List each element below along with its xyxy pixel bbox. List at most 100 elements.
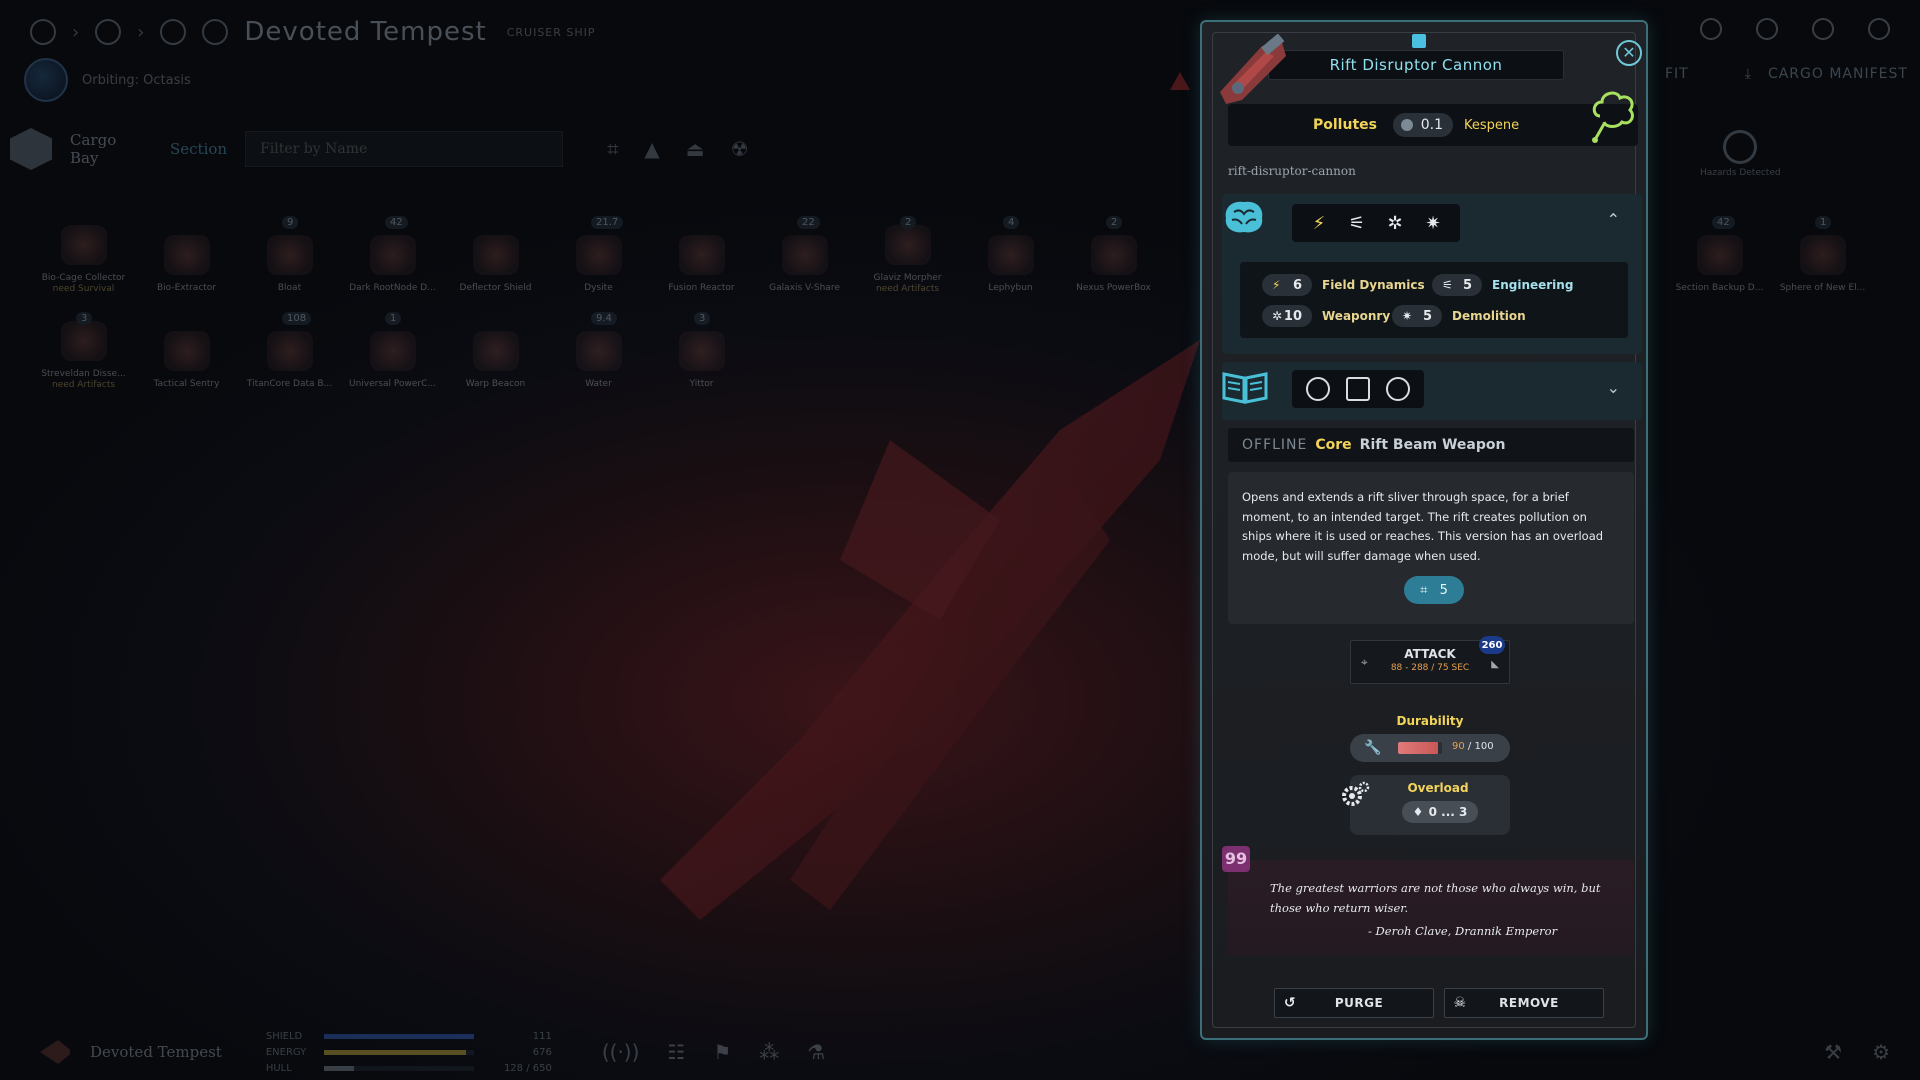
item-status-row: OFFLINE Core Rift Beam Weapon <box>1228 428 1634 462</box>
cargo-item[interactable]: 3 Streveldan Disse... need Artifacts <box>32 306 135 398</box>
filter-ore-icon[interactable]: ▲ <box>644 137 659 161</box>
cargo-item[interactable]: 21.7 Dysite <box>547 210 650 302</box>
pollution-icon <box>1401 119 1413 131</box>
pollutes-value: 0.1 <box>1420 117 1443 133</box>
gears-icon[interactable] <box>1340 780 1370 810</box>
download-icon[interactable]: ⤓ <box>1745 66 1752 82</box>
list-icon[interactable] <box>1756 18 1778 40</box>
book-icon <box>1222 372 1268 404</box>
target-icon[interactable] <box>1386 377 1410 401</box>
cargo-item[interactable]: Bio-Extractor <box>135 210 238 302</box>
cargo-item-icon <box>266 331 313 371</box>
purge-label: PURGE <box>1334 996 1384 1010</box>
cargo-item[interactable]: Deflector Shield <box>444 210 547 302</box>
skull-icon: ☠ <box>1453 995 1467 1011</box>
cargo-item[interactable]: Tactical Sentry <box>135 306 238 398</box>
tools-icon[interactable]: ⚒ <box>1824 1040 1842 1064</box>
cargo-item[interactable]: Warp Beacon <box>444 306 547 398</box>
cargo-item-qty: 1 <box>385 312 402 325</box>
skills-section: ⚡ ⚟ ✲ ✷ ⌃ ⚡ 6 Field Dynamics ⚟ 5 Engineeri… <box>1222 194 1642 354</box>
cargo-item-qty: 22 <box>797 216 820 229</box>
spiral-icon[interactable] <box>1306 377 1330 401</box>
bottom-icons: ((·)) ☷ ⚑ ⁂ ⚗ <box>602 1040 825 1064</box>
crew-icon[interactable]: ⁂ <box>759 1040 779 1064</box>
item-title: Rift Disruptor Cannon <box>1268 50 1564 80</box>
top-right-icons <box>1700 18 1890 40</box>
wrench-icon[interactable]: ⚟ <box>1346 212 1368 234</box>
flags-icon[interactable]: ⚑ <box>713 1040 731 1064</box>
cargo-icon <box>10 128 52 170</box>
cargo-item[interactable]: 108 TitanCore Data B... <box>238 306 341 398</box>
filter-ship-icon[interactable]: ⏏ <box>686 137 705 161</box>
planet-icon[interactable] <box>24 58 68 102</box>
cargo-item-name: Galaxis V-Share <box>769 283 840 293</box>
cargo-item-icon <box>1696 235 1743 275</box>
orbit-label: Orbiting: Octasis <box>82 72 191 88</box>
cargo-item-icon <box>678 235 725 275</box>
cargo-item[interactable]: 2 Glaviz Morpher need Artifacts <box>856 210 959 302</box>
help-icon[interactable] <box>1868 18 1890 40</box>
cargo-item[interactable]: Bio-Cage Collector need Survival <box>32 210 135 302</box>
home-icon[interactable] <box>30 19 56 45</box>
warning-icon[interactable] <box>1170 72 1190 90</box>
weapon-icon: ⌖ <box>1361 655 1368 669</box>
tab-fit[interactable]: FIT <box>1665 66 1689 82</box>
skill-label: Weaponry <box>1322 309 1391 323</box>
settings-icon[interactable]: ⚙ <box>1872 1040 1890 1064</box>
burst-icon[interactable]: ✷ <box>1422 212 1444 234</box>
cargo-item-qty: 42 <box>385 216 408 229</box>
section-dropdown[interactable]: Section <box>170 140 227 158</box>
quote-text: The greatest warriors are not those who … <box>1270 881 1601 915</box>
ship-icon[interactable] <box>40 1040 70 1064</box>
shield-value: 111 <box>532 1030 552 1042</box>
cargo-item-icon <box>60 225 107 265</box>
cargo-item[interactable]: 42 Section Backup D... <box>1668 210 1771 302</box>
cargo-item[interactable]: 4 Lephybun <box>959 210 1062 302</box>
skill-tabs: ⚡ ⚟ ✲ ✷ <box>1292 204 1460 242</box>
filter-input[interactable] <box>245 131 564 167</box>
cargo-item[interactable]: Fusion Reactor <box>650 210 753 302</box>
remove-label: REMOVE <box>1499 996 1559 1010</box>
profile-icon[interactable] <box>1812 18 1834 40</box>
cargo-item-icon <box>266 235 313 275</box>
missions-icon[interactable]: ☷ <box>667 1040 685 1064</box>
crosshair-icon: ✲ <box>1272 309 1283 323</box>
burst-icon: ✷ <box>1402 309 1413 323</box>
cargo-item[interactable]: 9 Bloat <box>238 210 341 302</box>
cargo-item[interactable]: 1 Sphere of New El... <box>1771 210 1874 302</box>
lab-icon[interactable]: ⚗ <box>807 1040 825 1064</box>
cargo-item-name: Bio-Cage Collector <box>41 273 126 283</box>
durability-value: 90 / 100 <box>1452 741 1494 752</box>
drain-icon[interactable] <box>1346 377 1370 401</box>
quote-author: - Deroh Clave, Drannik Emperor <box>1368 924 1558 938</box>
system-icon[interactable] <box>95 19 122 45</box>
cargo-item[interactable]: 9.4 Water <box>547 306 650 398</box>
remove-button[interactable]: ☠ REMOVE <box>1444 988 1604 1018</box>
cargo-item[interactable]: 42 Dark RootNode D... <box>341 210 444 302</box>
purge-button[interactable]: ↺ PURGE <box>1274 988 1434 1018</box>
cargo-item[interactable]: 1 Universal PowerC... <box>341 306 444 398</box>
filter-hazard-icon[interactable]: ☢ <box>731 137 749 161</box>
cargo-item[interactable]: 2 Nexus PowerBox <box>1062 210 1165 302</box>
hazards-indicator[interactable]: Hazards Detected <box>1700 130 1781 178</box>
cargo-item[interactable]: 22 Galaxis V-Share <box>753 210 856 302</box>
trophy-icon[interactable] <box>1700 18 1722 40</box>
skill-label: Field Dynamics <box>1322 278 1425 292</box>
planet-icon[interactable] <box>160 19 187 45</box>
lightning-icon[interactable]: ⚡ <box>1308 212 1330 234</box>
cargo-item-icon <box>884 225 931 265</box>
cargo-item-qty: 9 <box>282 216 299 229</box>
chevron-up-icon[interactable]: ⌃ <box>1607 210 1620 229</box>
crosshair-icon[interactable]: ✲ <box>1384 212 1406 234</box>
chevron-down-icon[interactable]: ⌄ <box>1607 378 1620 397</box>
signal-icon[interactable]: ((·)) <box>602 1040 640 1064</box>
scales-icon[interactable] <box>202 19 229 45</box>
cargo-row: Bio-Cage Collector need Survival Bio-Extra… <box>32 210 1182 306</box>
filter-module-icon[interactable]: ⌗ <box>607 137 618 161</box>
attack-stat[interactable]: ⌖ ATTACK 88 - 288 / 75 SEC 260 ◣ <box>1350 636 1510 684</box>
cargo-item-name: TitanCore Data B... <box>246 379 333 389</box>
overload-label: Overload <box>1407 781 1469 795</box>
tab-cargo-manifest[interactable]: CARGO MANIFEST <box>1768 66 1908 82</box>
close-button[interactable]: ✕ <box>1616 40 1642 66</box>
pin-icon: ♦ <box>1412 805 1424 819</box>
